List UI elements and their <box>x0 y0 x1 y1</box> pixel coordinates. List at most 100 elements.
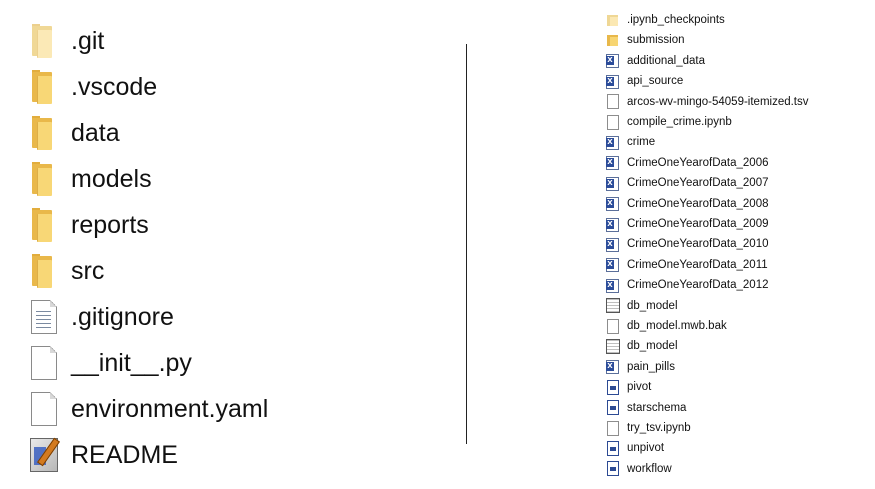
text-document-icon <box>28 300 60 334</box>
spreadsheet-icon <box>606 217 619 232</box>
rich-text-document-icon <box>28 437 60 472</box>
file-name-label: db_model.mwb.bak <box>627 320 727 332</box>
file-name-label: pivot <box>627 381 652 394</box>
presentation-icon <box>606 379 619 395</box>
small-icon-file-list: .ipynb_checkpoints submission additional_d… <box>600 0 875 489</box>
file-list-item[interactable]: workflow <box>606 459 871 479</box>
folder-icon <box>606 13 619 28</box>
file-list-item[interactable]: .vscode <box>28 67 448 107</box>
spreadsheet-icon <box>606 278 619 293</box>
folder-icon <box>606 33 619 48</box>
file-name-label: data <box>71 119 120 147</box>
file-list-item[interactable]: reports <box>28 205 448 245</box>
document-icon <box>28 392 60 426</box>
document-icon <box>28 346 60 380</box>
file-name-label: CrimeOneYearofData_2009 <box>627 218 769 230</box>
file-name-label: CrimeOneYearofData_2006 <box>627 156 769 169</box>
file-list-item[interactable]: __init__.py <box>28 343 448 383</box>
file-list-item[interactable]: CrimeOneYearofData_2012 <box>606 275 871 295</box>
presentation-icon <box>606 461 619 477</box>
spreadsheet-icon <box>606 237 619 252</box>
folder-icon <box>28 116 60 150</box>
spreadsheet-icon <box>606 196 619 212</box>
spreadsheet-icon <box>606 257 619 273</box>
presentation-icon <box>606 440 619 456</box>
file-name-label: __init__.py <box>71 349 192 377</box>
file-name-label: CrimeOneYearofData_2007 <box>627 177 769 190</box>
file-list-item[interactable]: models <box>28 159 448 199</box>
file-list-item[interactable]: compile_crime.ipynb <box>606 112 871 132</box>
file-list-item[interactable]: CrimeOneYearofData_2009 <box>606 214 871 234</box>
file-name-label: CrimeOneYearofData_2008 <box>627 197 769 210</box>
file-list-item[interactable]: .git <box>28 21 448 61</box>
file-name-label: starschema <box>627 401 687 414</box>
file-list-item[interactable]: try_tsv.ipynb <box>606 418 871 438</box>
file-name-label: .gitignore <box>71 303 174 331</box>
folder-icon <box>28 162 60 196</box>
file-list-item[interactable]: submission <box>606 30 871 50</box>
file-name-label: src <box>71 257 105 285</box>
file-name-label: submission <box>627 34 685 47</box>
file-list-item[interactable]: README <box>28 435 448 475</box>
pane-divider <box>466 44 467 444</box>
file-name-label: api_source <box>627 75 684 88</box>
file-list-item[interactable]: data <box>28 113 448 153</box>
file-name-label: .vscode <box>71 73 158 101</box>
folder-icon <box>28 24 60 58</box>
file-list-item[interactable]: CrimeOneYearofData_2010 <box>606 234 871 254</box>
file-list-item[interactable]: db_model <box>606 296 871 316</box>
file-name-label: db_model <box>627 340 678 353</box>
file-name-label: CrimeOneYearofData_2010 <box>627 238 769 251</box>
file-name-label: compile_crime.ipynb <box>627 116 732 128</box>
file-list-item[interactable]: db_model.mwb.bak <box>606 316 871 336</box>
database-model-icon <box>606 338 620 354</box>
file-list-item[interactable]: starschema <box>606 398 871 418</box>
file-list-item[interactable]: additional_data <box>606 51 871 71</box>
file-list-item[interactable]: crime <box>606 132 871 152</box>
file-list-item[interactable]: unpivot <box>606 438 871 458</box>
spreadsheet-icon <box>606 135 619 150</box>
file-name-label: README <box>71 441 178 469</box>
spreadsheet-icon <box>606 74 619 89</box>
file-name-label: .git <box>71 27 105 55</box>
file-name-label: reports <box>71 211 149 239</box>
file-name-label: CrimeOneYearofData_2012 <box>627 279 769 292</box>
file-name-label: try_tsv.ipynb <box>627 422 691 434</box>
file-list-item[interactable]: CrimeOneYearofData_2008 <box>606 194 871 214</box>
file-name-label: CrimeOneYearofData_2011 <box>627 258 768 271</box>
file-list-item[interactable]: db_model <box>606 336 871 356</box>
file-name-label: .ipynb_checkpoints <box>627 14 725 26</box>
file-list-item[interactable]: CrimeOneYearofData_2006 <box>606 153 871 173</box>
file-list-item[interactable]: .gitignore <box>28 297 448 337</box>
spreadsheet-icon <box>606 359 619 375</box>
file-list-item[interactable]: .ipynb_checkpoints <box>606 10 871 30</box>
folder-icon <box>28 70 60 104</box>
document-icon <box>606 318 619 334</box>
file-list-item[interactable]: pain_pills <box>606 357 871 377</box>
file-name-label: workflow <box>627 462 672 475</box>
database-model-icon <box>606 298 620 314</box>
file-list-item[interactable]: arcos-wv-mingo-54059-itemized.tsv <box>606 92 871 112</box>
file-name-label: additional_data <box>627 54 706 67</box>
spreadsheet-icon <box>606 53 619 69</box>
large-icon-file-list: .git .vscode data models reports src .gitignor… <box>0 0 460 489</box>
file-name-label: arcos-wv-mingo-54059-itemized.tsv <box>627 95 809 108</box>
file-list-item[interactable]: pivot <box>606 377 871 397</box>
file-name-label: db_model <box>627 299 678 312</box>
file-name-label: unpivot <box>627 442 665 455</box>
folder-icon <box>28 254 60 288</box>
file-name-label: models <box>71 165 152 193</box>
file-list-item[interactable]: CrimeOneYearofData_2011 <box>606 255 871 275</box>
folder-icon <box>28 208 60 242</box>
file-list-item[interactable]: src <box>28 251 448 291</box>
document-icon <box>606 420 619 436</box>
file-list-item[interactable]: api_source <box>606 71 871 91</box>
file-list-item[interactable]: CrimeOneYearofData_2007 <box>606 173 871 193</box>
document-icon <box>606 114 619 130</box>
file-name-label: crime <box>627 136 656 149</box>
spreadsheet-icon <box>606 155 619 171</box>
document-icon <box>606 94 619 110</box>
file-name-label: pain_pills <box>627 360 675 373</box>
file-list-item[interactable]: environment.yaml <box>28 389 448 429</box>
presentation-icon <box>606 400 619 416</box>
